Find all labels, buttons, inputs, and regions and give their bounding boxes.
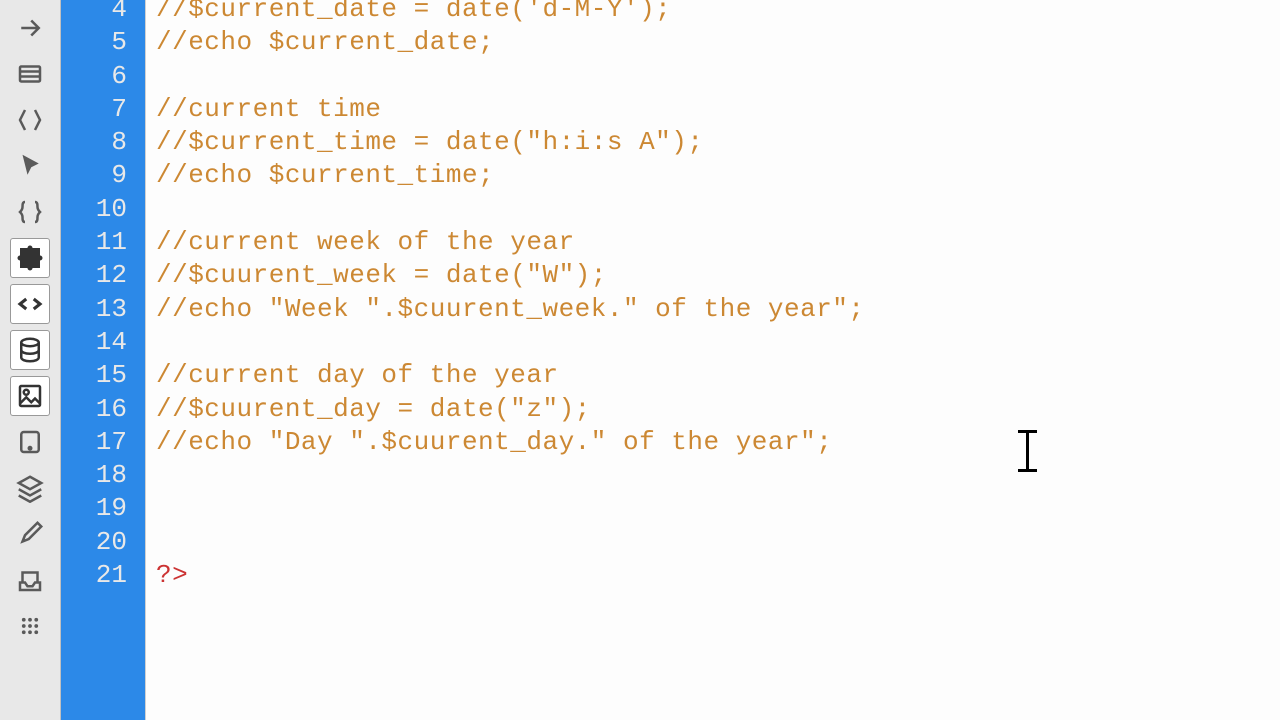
code-line[interactable]: //current time	[156, 93, 1280, 126]
line-number: 20	[96, 526, 127, 559]
code-line[interactable]: ?>	[156, 559, 1280, 592]
code-line[interactable]: //echo $current_date;	[156, 26, 1280, 59]
device-icon[interactable]	[10, 422, 50, 462]
code-line[interactable]: //echo $current_time;	[156, 159, 1280, 192]
squeeze-icon[interactable]	[10, 100, 50, 140]
code-line[interactable]: //echo "Week ".$cuurent_week." of the ye…	[156, 293, 1280, 326]
arrow-icon[interactable]	[10, 8, 50, 48]
vertical-toolbar	[0, 0, 61, 720]
code-line[interactable]: //$cuurent_day = date("z");	[156, 393, 1280, 426]
line-number: 14	[96, 326, 127, 359]
code-line[interactable]: //$cuurent_week = date("W");	[156, 259, 1280, 292]
line-number: 16	[96, 393, 127, 426]
line-number: 11	[96, 226, 127, 259]
line-number: 6	[111, 60, 127, 93]
puzzle-icon[interactable]	[10, 238, 50, 278]
code-line[interactable]	[156, 193, 1280, 226]
line-number: 9	[111, 159, 127, 192]
line-number: 8	[111, 126, 127, 159]
line-number: 15	[96, 359, 127, 392]
line-number: 13	[96, 293, 127, 326]
tray-icon[interactable]	[10, 560, 50, 600]
code-editor[interactable]: //$current_date = date('d-M-Y');//echo $…	[145, 0, 1280, 720]
line-number: 10	[96, 193, 127, 226]
line-number: 5	[111, 26, 127, 59]
line-number: 17	[96, 426, 127, 459]
line-number: 18	[96, 459, 127, 492]
layers-icon[interactable]	[10, 468, 50, 508]
line-number: 21	[96, 559, 127, 592]
code-icon[interactable]	[10, 284, 50, 324]
code-line[interactable]: //echo "Day ".$cuurent_day." of the year…	[156, 426, 1280, 459]
text-cursor	[1026, 430, 1029, 472]
code-line[interactable]	[156, 459, 1280, 492]
line-number: 19	[96, 492, 127, 525]
line-number-gutter: 456789101112131415161718192021	[61, 0, 145, 720]
code-line[interactable]: //$current_date = date('d-M-Y');	[156, 0, 1280, 26]
braces-icon[interactable]	[10, 192, 50, 232]
code-line[interactable]: //current week of the year	[156, 226, 1280, 259]
line-number: 4	[111, 0, 127, 26]
image-icon[interactable]	[10, 376, 50, 416]
film-icon[interactable]	[10, 54, 50, 94]
code-line[interactable]	[156, 526, 1280, 559]
grid-icon[interactable]	[10, 606, 50, 646]
code-line[interactable]	[156, 492, 1280, 525]
line-number: 12	[96, 259, 127, 292]
db-icon[interactable]	[10, 330, 50, 370]
cursor-icon[interactable]	[10, 146, 50, 186]
code-line[interactable]	[156, 326, 1280, 359]
line-number: 7	[111, 93, 127, 126]
brush-icon[interactable]	[10, 514, 50, 554]
code-line[interactable]: //current day of the year	[156, 359, 1280, 392]
code-line[interactable]: //$current_time = date("h:i:s A");	[156, 126, 1280, 159]
code-line[interactable]	[156, 60, 1280, 93]
